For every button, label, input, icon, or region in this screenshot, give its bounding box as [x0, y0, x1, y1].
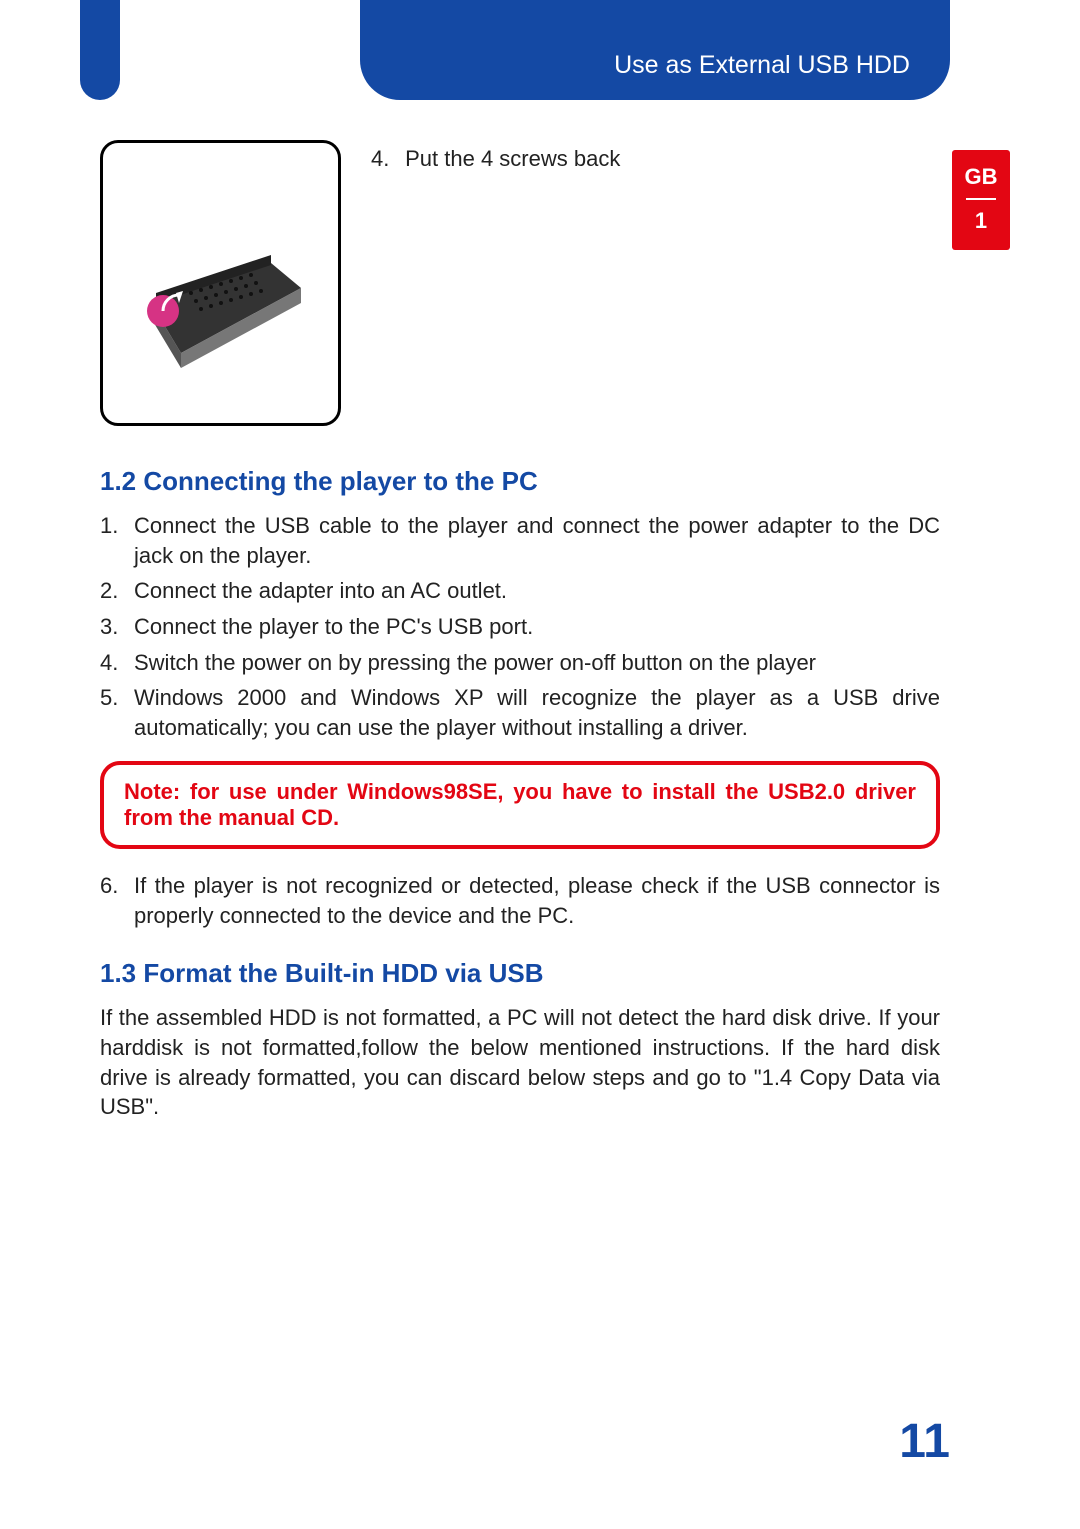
- step-4-text: 4. Put the 4 screws back: [371, 140, 620, 172]
- list-item: 2.Connect the adapter into an AC outlet.: [100, 576, 940, 606]
- badge-separator: [966, 198, 996, 200]
- list-item-text: Windows 2000 and Windows XP will recogni…: [134, 683, 940, 742]
- step-4-label: Put the 4 screws back: [405, 146, 620, 171]
- header-left-ornament: [80, 0, 120, 100]
- list-item: 5.Windows 2000 and Windows XP will recog…: [100, 683, 940, 742]
- page-number: 11: [899, 1414, 950, 1469]
- list-item-number: 3.: [100, 612, 134, 642]
- list-item-text: Connect the adapter into an AC outlet.: [134, 576, 940, 606]
- list-item: 3.Connect the player to the PC's USB por…: [100, 612, 940, 642]
- section-1-2-heading: 1.2 Connecting the player to the PC: [100, 466, 940, 497]
- list-item: 6.If the player is not recognized or det…: [100, 871, 940, 930]
- warning-note-text: Note: for use under Windows98SE, you hav…: [124, 779, 916, 830]
- list-item-number: 4.: [100, 648, 134, 678]
- language-chapter-badge: GB 1: [952, 150, 1010, 250]
- list-item-text: Connect the player to the PC's USB port.: [134, 612, 940, 642]
- list-item-number: 5.: [100, 683, 134, 742]
- badge-language: GB: [965, 164, 998, 189]
- section-1-3-heading: 1.3 Format the Built-in HDD via USB: [100, 958, 940, 989]
- page-content: 4. Put the 4 screws back 1.2 Connecting …: [100, 140, 940, 1132]
- section-1-2-steps-continued: 6.If the player is not recognized or det…: [100, 871, 940, 930]
- hdd-device-icon: [121, 183, 321, 383]
- list-item-number: 2.: [100, 576, 134, 606]
- section-1-2-steps: 1.Connect the USB cable to the player an…: [100, 511, 940, 743]
- list-item: 4.Switch the power on by pressing the po…: [100, 648, 940, 678]
- list-item-number: 1.: [100, 511, 134, 570]
- figure-and-step-row: 4. Put the 4 screws back: [100, 140, 940, 426]
- section-1-3-body: If the assembled HDD is not formatted, a…: [100, 1003, 940, 1122]
- list-item-text: Connect the USB cable to the player and …: [134, 511, 940, 570]
- header-title-tab: Use as External USB HDD: [360, 0, 950, 100]
- warning-note-box: Note: for use under Windows98SE, you hav…: [100, 761, 940, 849]
- list-item-number: 6.: [100, 871, 134, 930]
- step-4-number: 4.: [371, 146, 399, 172]
- page-header: Use as External USB HDD: [0, 0, 1080, 100]
- list-item: 1.Connect the USB cable to the player an…: [100, 511, 940, 570]
- list-item-text: If the player is not recognized or detec…: [134, 871, 940, 930]
- header-title: Use as External USB HDD: [614, 51, 910, 80]
- badge-chapter: 1: [975, 208, 987, 233]
- device-illustration: [100, 140, 341, 426]
- list-item-text: Switch the power on by pressing the powe…: [134, 648, 940, 678]
